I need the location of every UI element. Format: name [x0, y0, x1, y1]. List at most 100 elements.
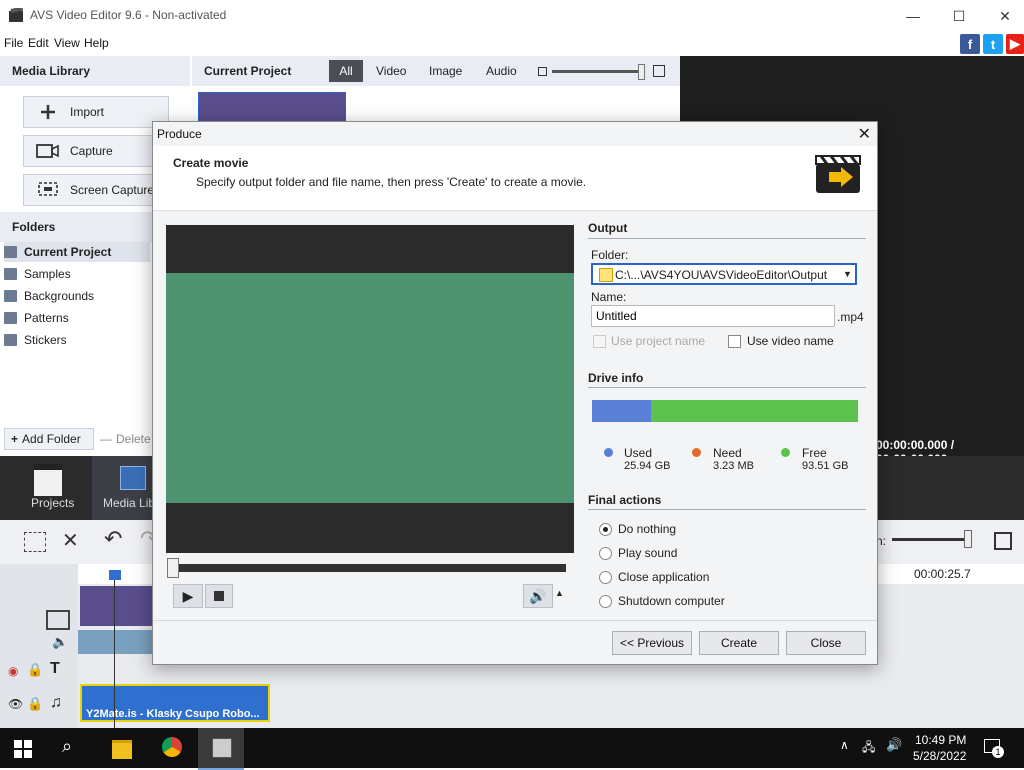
dialog-heading: Create movie — [173, 156, 249, 170]
play-button[interactable]: ▶ — [173, 584, 203, 608]
use-project-name-checkbox[interactable]: Use project name — [593, 334, 705, 348]
filter-image[interactable]: Image — [429, 64, 462, 78]
audio-mute-icon[interactable]: 🔈 — [52, 634, 68, 650]
storyboard-icon[interactable] — [24, 532, 46, 552]
media-library-icon — [120, 466, 146, 490]
radio-shutdown-computer[interactable]: Shutdown computer — [599, 594, 725, 608]
screen-capture-icon — [36, 181, 60, 199]
app-icon — [8, 6, 24, 24]
stop-button[interactable] — [205, 584, 233, 608]
folder-select[interactable]: C:\...\AVS4YOU\AVSVideoEditor\Output ▼ — [591, 263, 857, 285]
file-name-input[interactable] — [591, 305, 835, 327]
volume-up-arrow-icon[interactable]: ▲ — [555, 588, 564, 598]
radio-play-sound[interactable]: Play sound — [599, 546, 677, 560]
youtube-icon[interactable]: ▶ — [1006, 34, 1024, 54]
screen-capture-label: Screen Capture — [70, 183, 155, 197]
dialog-close-icon[interactable]: ✕ — [858, 124, 871, 144]
folder-icon — [599, 268, 613, 282]
file-explorer-icon[interactable] — [112, 740, 132, 759]
track-headers: 🔈 ◉ 🔒 T 👁 🔒 ♫ — [0, 564, 78, 728]
used-label: Used — [624, 446, 653, 460]
fit-timeline-icon[interactable] — [994, 532, 1012, 550]
create-button[interactable]: Create — [699, 631, 779, 655]
folder-samples[interactable]: Samples — [4, 264, 150, 284]
preview-seek-bar[interactable] — [173, 564, 566, 572]
show-hidden-icons-icon[interactable]: ∧ — [840, 738, 849, 752]
network-icon[interactable]: 🖧 — [862, 738, 875, 759]
playhead-handle[interactable] — [109, 570, 121, 580]
need-legend-dot — [692, 448, 701, 457]
menu-help[interactable]: Help — [84, 36, 109, 50]
lock-icon[interactable]: 🔒 — [27, 662, 43, 678]
undo-icon[interactable]: ↶ — [104, 526, 122, 552]
menu-file[interactable]: File — [4, 36, 23, 50]
capture-label: Capture — [70, 144, 113, 158]
delete-icon[interactable]: ✕ — [62, 528, 79, 553]
free-label: Free — [802, 446, 827, 460]
windows-start-icon[interactable] — [14, 740, 32, 761]
radio-circle — [599, 570, 612, 584]
filter-video[interactable]: Video — [376, 64, 406, 78]
media-library-tab[interactable]: Media Libr — [92, 456, 159, 520]
zoom-slider-handle[interactable] — [964, 530, 972, 548]
folder-icon — [4, 290, 17, 302]
large-thumb-icon[interactable] — [653, 65, 665, 77]
twitter-icon[interactable]: t — [983, 34, 1003, 54]
avs-video-editor-taskbar-item[interactable] — [198, 728, 244, 770]
radio-do-nothing[interactable]: Do nothing — [599, 522, 676, 536]
filter-audio[interactable]: Audio — [486, 64, 517, 78]
clock-time[interactable]: 10:49 PM — [915, 733, 966, 747]
screen-capture-button[interactable]: Screen Capture — [23, 174, 169, 206]
folder-stickers[interactable]: Stickers — [4, 330, 150, 350]
small-thumb-icon[interactable] — [538, 67, 547, 76]
project-media-thumbnail[interactable] — [198, 92, 346, 124]
notification-count: 1 — [992, 746, 1004, 758]
folder-icon — [4, 312, 17, 324]
slider-handle[interactable] — [638, 64, 645, 80]
projects-tab[interactable]: Projects — [0, 456, 92, 520]
search-icon[interactable]: ⌕ — [62, 736, 72, 757]
current-project-title: Current Project — [204, 64, 292, 78]
playhead[interactable] — [114, 572, 115, 728]
facebook-icon[interactable]: f — [960, 34, 980, 54]
title-bar: AVS Video Editor 9.6 - Non-activated — ☐… — [0, 0, 1024, 32]
menu-edit[interactable]: Edit — [28, 36, 49, 50]
capture-button[interactable]: Capture — [23, 135, 169, 167]
import-button[interactable]: Import — [23, 96, 169, 128]
folder-current-project[interactable]: Current Project — [4, 242, 150, 262]
menu-view[interactable]: View — [54, 36, 80, 50]
folder-patterns[interactable]: Patterns — [4, 308, 150, 328]
drive-used-fill — [592, 400, 651, 422]
taskbar: ⌕ ∧ 🖧 🔊 10:49 PM 5/28/2022 1 — [0, 728, 1024, 770]
chrome-icon[interactable] — [162, 737, 182, 757]
clock-date[interactable]: 5/28/2022 — [913, 749, 966, 763]
previous-button[interactable]: << Previous — [612, 631, 692, 655]
close-button[interactable]: Close — [786, 631, 866, 655]
filter-all[interactable]: All — [329, 60, 363, 82]
folder-backgrounds[interactable]: Backgrounds — [4, 286, 150, 306]
dialog-footer-divider — [153, 620, 877, 621]
audio-clip[interactable]: Y2Mate.is - Klasky Csupo Robo... — [80, 684, 270, 722]
preview-seek-handle[interactable] — [167, 558, 179, 578]
close-window-button[interactable]: ✕ — [982, 0, 1024, 32]
delete-folder-button[interactable]: — Delete — [100, 428, 152, 450]
zoom-slider[interactable] — [892, 538, 972, 541]
use-video-name-checkbox[interactable]: Use video name — [728, 334, 834, 348]
add-folder-button[interactable]: + Add Folder — [4, 428, 94, 450]
import-label: Import — [70, 105, 105, 119]
video-clip[interactable] — [80, 586, 152, 626]
thumbnail-size-slider[interactable] — [552, 70, 644, 73]
lock-icon[interactable]: 🔒 — [27, 696, 43, 712]
effects-eye-icon[interactable]: ◉ — [8, 664, 18, 678]
text-track-icon: T — [50, 660, 60, 677]
visibility-eye-icon[interactable]: 👁 — [8, 697, 23, 711]
media-library-header: Media Library — [0, 56, 190, 86]
minimize-button[interactable]: — — [890, 0, 936, 32]
folder-icon — [4, 268, 17, 280]
maximize-button[interactable]: ☐ — [936, 0, 982, 32]
radio-close-application[interactable]: Close application — [599, 570, 709, 584]
used-value: 25.94 GB — [624, 460, 671, 472]
dialog-title: Produce — [157, 127, 202, 141]
preview-volume-button[interactable]: 🔊 — [523, 584, 553, 608]
volume-tray-icon[interactable]: 🔊 — [886, 737, 902, 753]
